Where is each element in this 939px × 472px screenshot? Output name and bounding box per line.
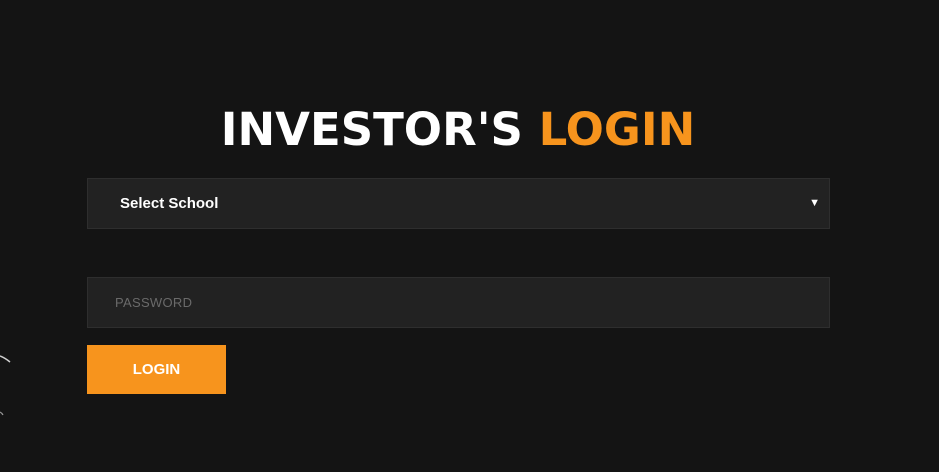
triangle-down-icon: ▼ [809,197,820,209]
title-accent: LOGIN [538,103,696,156]
page-title: INVESTOR'S LOGIN [0,102,916,158]
login-button[interactable]: LOGIN [87,345,226,394]
password-input[interactable] [87,277,830,328]
edge-decoration [0,355,11,416]
login-page: INVESTOR'S LOGIN Select School ▼ LOGIN [0,0,939,472]
school-select[interactable]: Select School ▼ [87,178,830,229]
school-select-value: Select School [120,195,219,212]
title-primary: INVESTOR'S [220,103,539,156]
